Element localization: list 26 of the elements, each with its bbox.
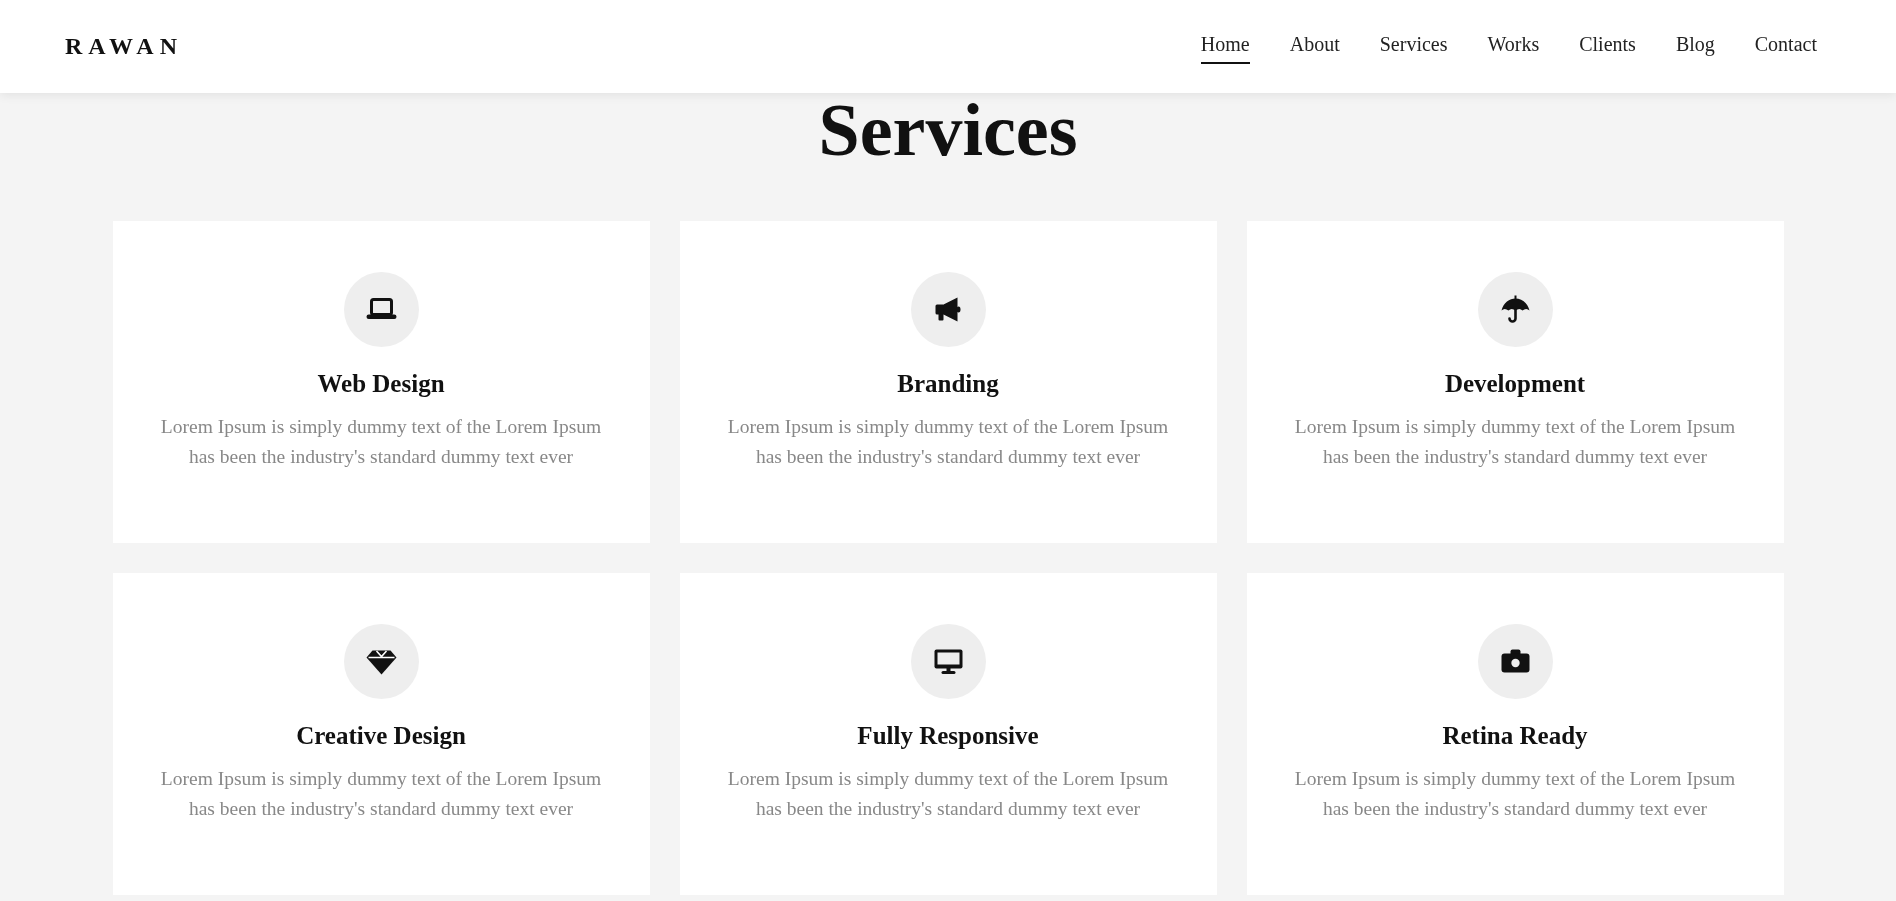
umbrella-icon — [1477, 272, 1553, 347]
nav-link[interactable]: Home — [1200, 33, 1250, 64]
monitor-icon — [910, 624, 986, 699]
service-description: Lorem Ipsum is simply dummy text of the Lorem Ipsum has been the industry's standard dummy text ever — [726, 767, 1170, 821]
service-title: Creative Design — [296, 721, 466, 751]
nav-link[interactable]: Works — [1487, 33, 1540, 64]
service-description: Lorem Ipsum is simply dummy text of the Lorem Ipsum has been the industry's standard dummy text ever — [1293, 767, 1737, 821]
nav-link[interactable]: About — [1289, 33, 1340, 64]
service-title: Web Design — [317, 369, 445, 399]
service-title: Development — [1444, 369, 1586, 399]
nav-link[interactable]: Contact — [1754, 33, 1817, 64]
service-title: Retina Ready — [1442, 721, 1588, 751]
laptop-icon — [343, 272, 419, 347]
section-title: Services — [818, 93, 1078, 167]
logo[interactable]: RAWAN — [65, 33, 183, 60]
nav-link[interactable]: Clients — [1579, 33, 1636, 64]
service-description: Lorem Ipsum is simply dummy text of the Lorem Ipsum has been the industry's standard dummy text ever — [1293, 415, 1737, 469]
nav-link[interactable]: Services — [1379, 33, 1448, 64]
camera-icon — [1477, 624, 1553, 699]
service-description: Lorem Ipsum is simply dummy text of the Lorem Ipsum has been the industry's standard dummy text ever — [159, 767, 603, 821]
service-description: Lorem Ipsum is simply dummy text of the Lorem Ipsum has been the industry's standard dummy text ever — [726, 415, 1170, 469]
megaphone-icon — [910, 272, 986, 347]
service-description: Lorem Ipsum is simply dummy text of the Lorem Ipsum has been the industry's standard dummy text ever — [159, 415, 603, 469]
nav-link[interactable]: Blog — [1675, 33, 1715, 64]
service-title: Fully Responsive — [857, 721, 1039, 751]
service-title: Branding — [897, 369, 999, 399]
